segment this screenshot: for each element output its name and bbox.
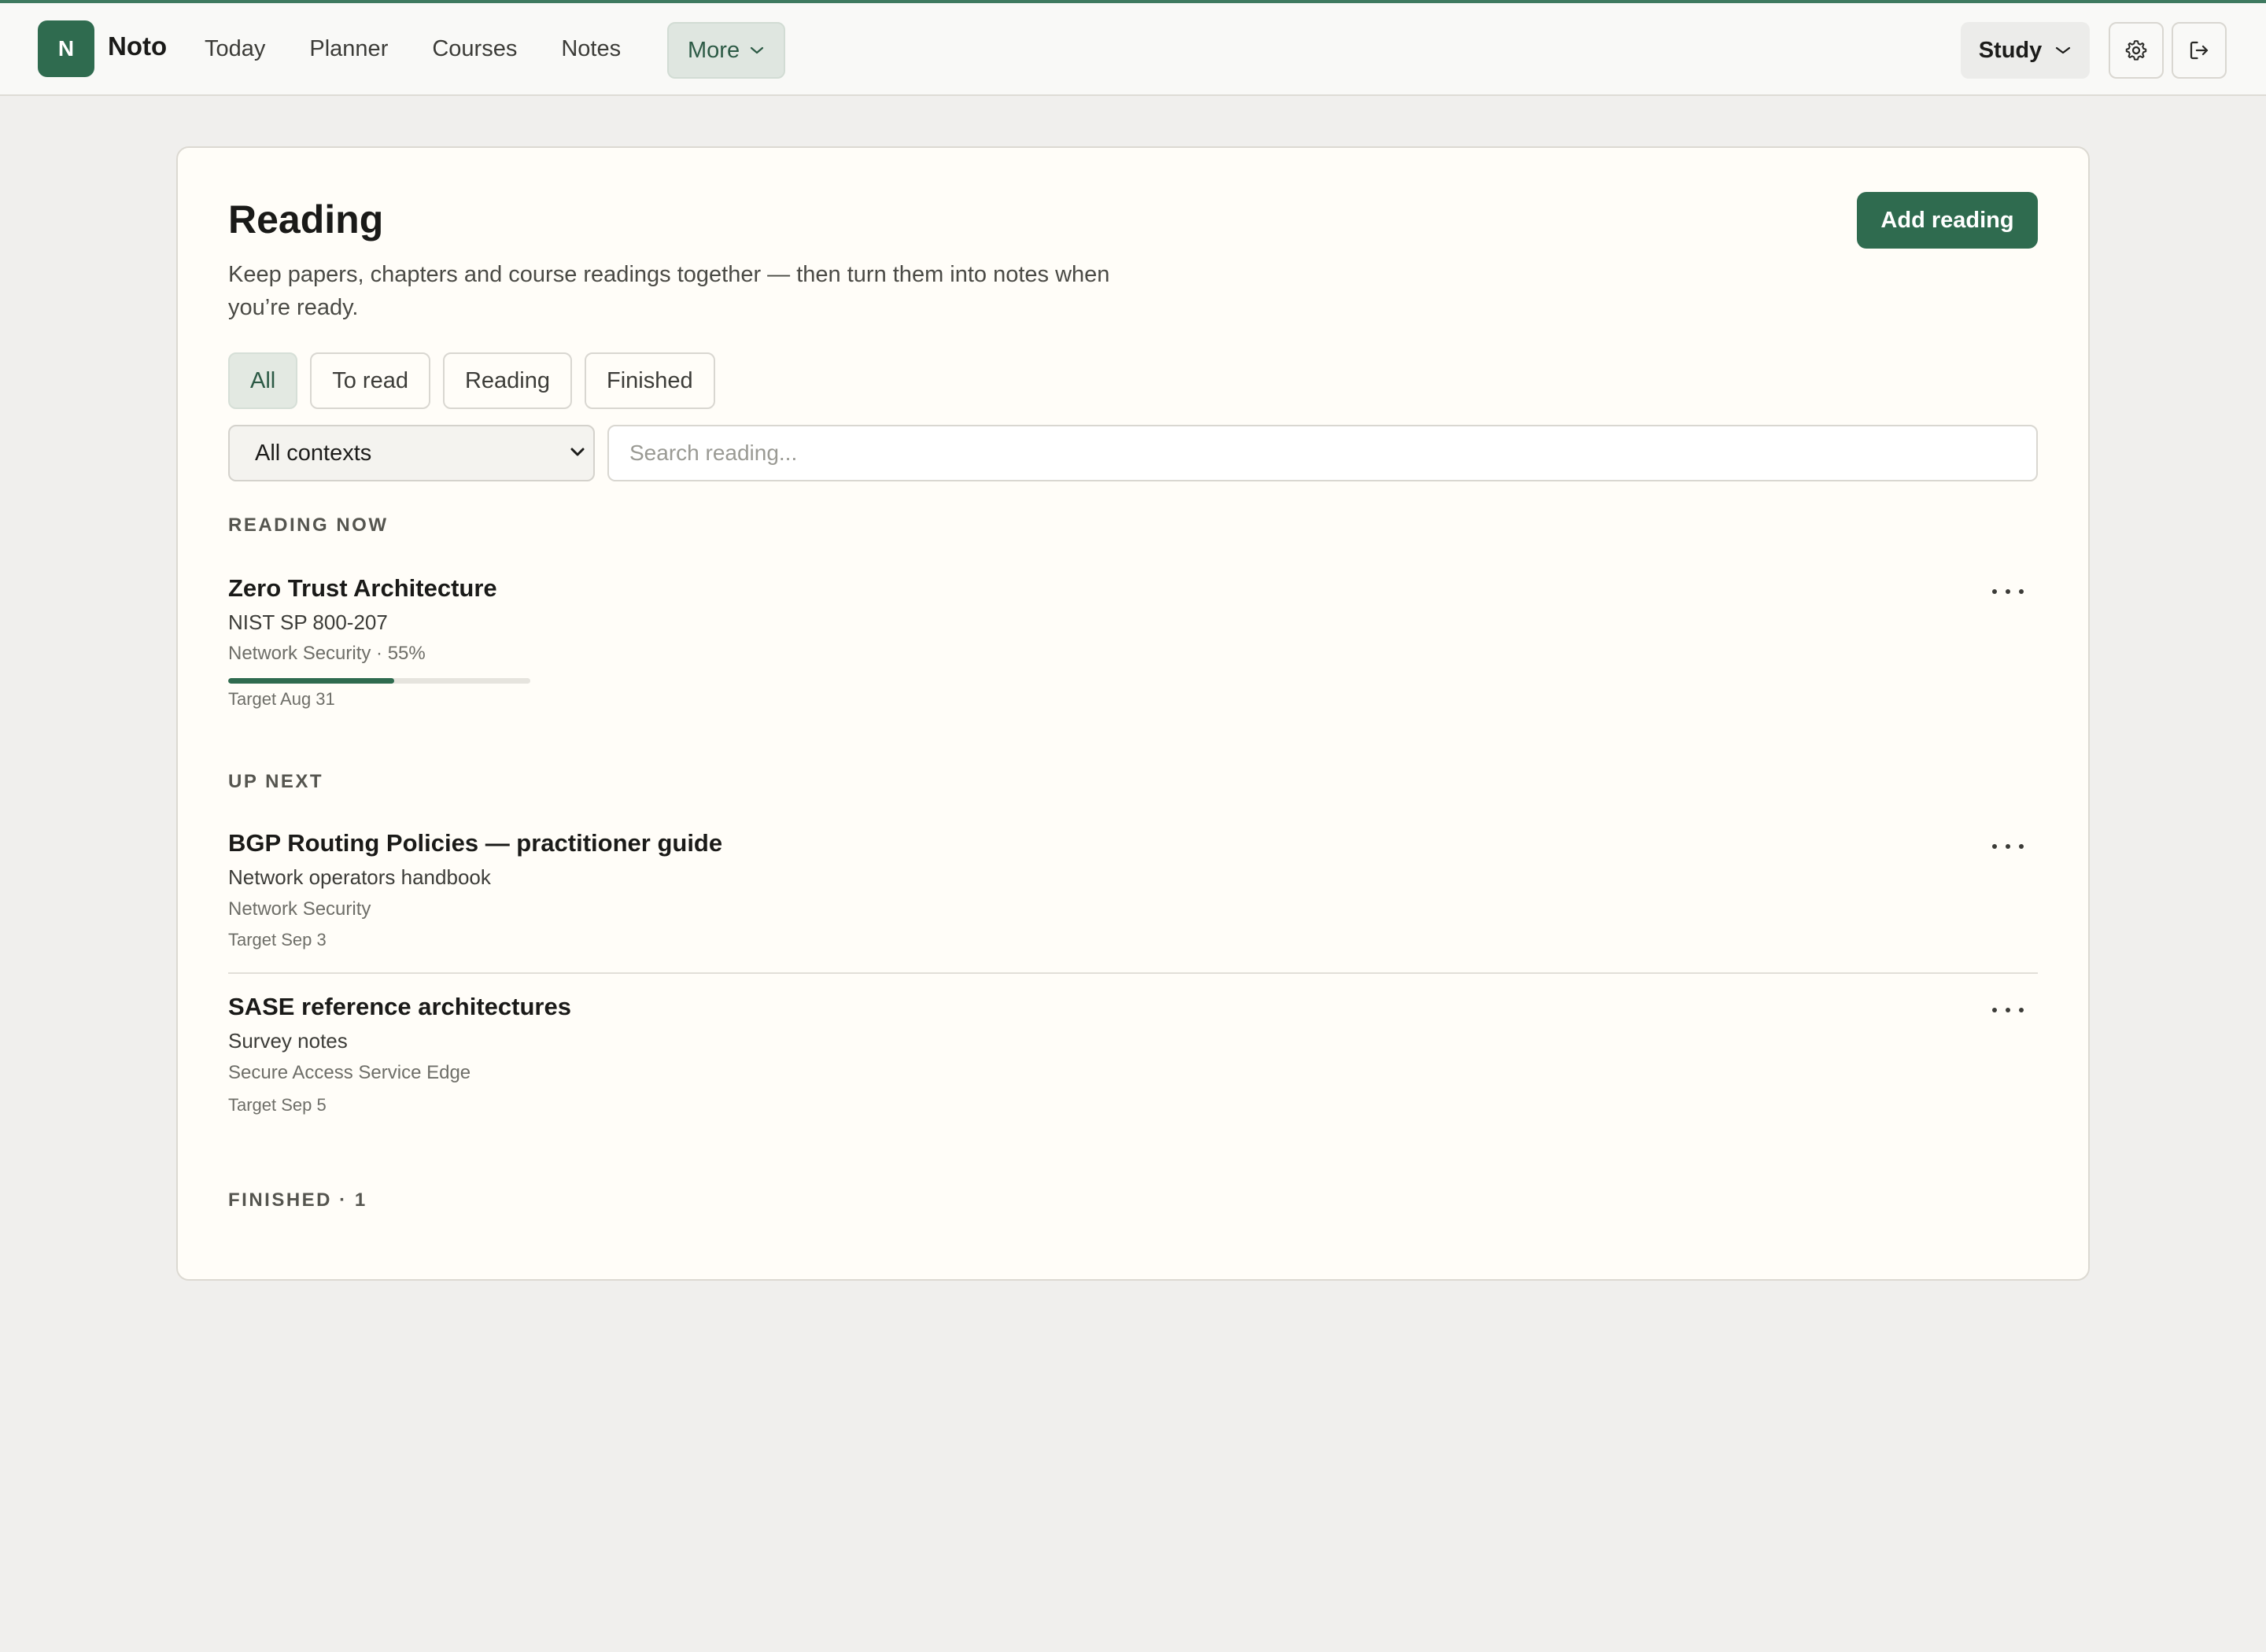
section-heading-up-next: UP NEXT bbox=[228, 771, 324, 792]
mode-label: Study bbox=[1978, 37, 2043, 63]
reading-item-meta: Network Security bbox=[228, 898, 371, 920]
nav-more-label: More bbox=[688, 37, 740, 63]
logo-letter: N bbox=[57, 36, 75, 61]
reading-item-target: Target Aug 31 bbox=[228, 689, 335, 709]
reading-item-source: Survey notes bbox=[228, 1029, 348, 1053]
filter-tab-finished[interactable]: Finished bbox=[585, 352, 715, 409]
reading-item-title[interactable]: BGP Routing Policies — practitioner guid… bbox=[228, 829, 722, 857]
reading-item-meta: Network Security · 55% bbox=[228, 643, 426, 664]
section-heading-finished[interactable]: FINISHED · 1 bbox=[228, 1189, 367, 1211]
main-nav: Today Planner Courses Notes bbox=[181, 20, 641, 77]
logout-icon bbox=[2190, 41, 2209, 60]
section-heading-reading-now: READING NOW bbox=[228, 514, 389, 536]
search-input[interactable]: Search reading... bbox=[607, 425, 2038, 481]
more-options-icon[interactable] bbox=[1992, 839, 2024, 854]
reading-item-target: Target Sep 5 bbox=[228, 1095, 327, 1115]
reading-card: Reading Keep papers, chapters and course… bbox=[176, 146, 2090, 1281]
reading-progress-fill bbox=[228, 678, 395, 684]
reading-progress-bar bbox=[228, 678, 530, 684]
filter-tab-reading[interactable]: Reading bbox=[442, 352, 572, 409]
more-options-icon[interactable] bbox=[1992, 584, 2024, 599]
list-divider bbox=[228, 972, 2038, 974]
reading-item-source: Network operators handbook bbox=[228, 865, 491, 889]
reading-item-title[interactable]: Zero Trust Architecture bbox=[228, 574, 497, 603]
nav-item-today[interactable]: Today bbox=[181, 20, 289, 77]
search-placeholder: Search reading... bbox=[629, 441, 798, 465]
page-title: Reading bbox=[228, 197, 384, 242]
reading-item-meta: Secure Access Service Edge bbox=[228, 1062, 471, 1083]
settings-button[interactable] bbox=[2109, 22, 2164, 79]
reading-item[interactable]: Zero Trust Architecture NIST SP 800-207 … bbox=[228, 574, 2038, 709]
filter-tab-to-read[interactable]: To read bbox=[310, 352, 430, 409]
mode-switcher[interactable]: Study bbox=[1961, 22, 2090, 79]
context-select-value: All contexts bbox=[255, 440, 372, 466]
status-filter-tabs: All To read Reading Finished bbox=[228, 352, 715, 409]
top-navigation-bar: N Noto Today Planner Courses Notes More … bbox=[0, 0, 2266, 96]
reading-item-title[interactable]: SASE reference architectures bbox=[228, 993, 571, 1021]
chevron-down-icon bbox=[570, 448, 585, 456]
chevron-down-icon bbox=[750, 46, 764, 54]
filter-tab-all[interactable]: All bbox=[228, 352, 298, 409]
reading-item[interactable]: BGP Routing Policies — practitioner guid… bbox=[228, 829, 2038, 955]
reading-item-target: Target Sep 3 bbox=[228, 930, 327, 950]
nav-item-notes[interactable]: Notes bbox=[537, 20, 644, 77]
nav-more-menu[interactable]: More bbox=[667, 22, 786, 79]
chevron-down-icon bbox=[2056, 46, 2071, 54]
nav-item-planner[interactable]: Planner bbox=[286, 20, 411, 77]
gear-icon bbox=[2125, 40, 2147, 61]
reading-item-source: NIST SP 800-207 bbox=[228, 610, 388, 634]
app-logo[interactable]: N bbox=[38, 20, 94, 77]
more-options-icon[interactable] bbox=[1992, 1002, 2024, 1018]
logout-button[interactable] bbox=[2172, 22, 2227, 79]
app-name[interactable]: Noto bbox=[108, 31, 167, 61]
nav-item-courses[interactable]: Courses bbox=[408, 20, 541, 77]
page-subtitle: Keep papers, chapters and course reading… bbox=[228, 262, 1110, 320]
reading-item[interactable]: SASE reference architectures Survey note… bbox=[228, 993, 2038, 1119]
context-select[interactable]: All contexts bbox=[228, 425, 595, 481]
add-reading-button[interactable]: Add reading bbox=[1857, 192, 2038, 249]
